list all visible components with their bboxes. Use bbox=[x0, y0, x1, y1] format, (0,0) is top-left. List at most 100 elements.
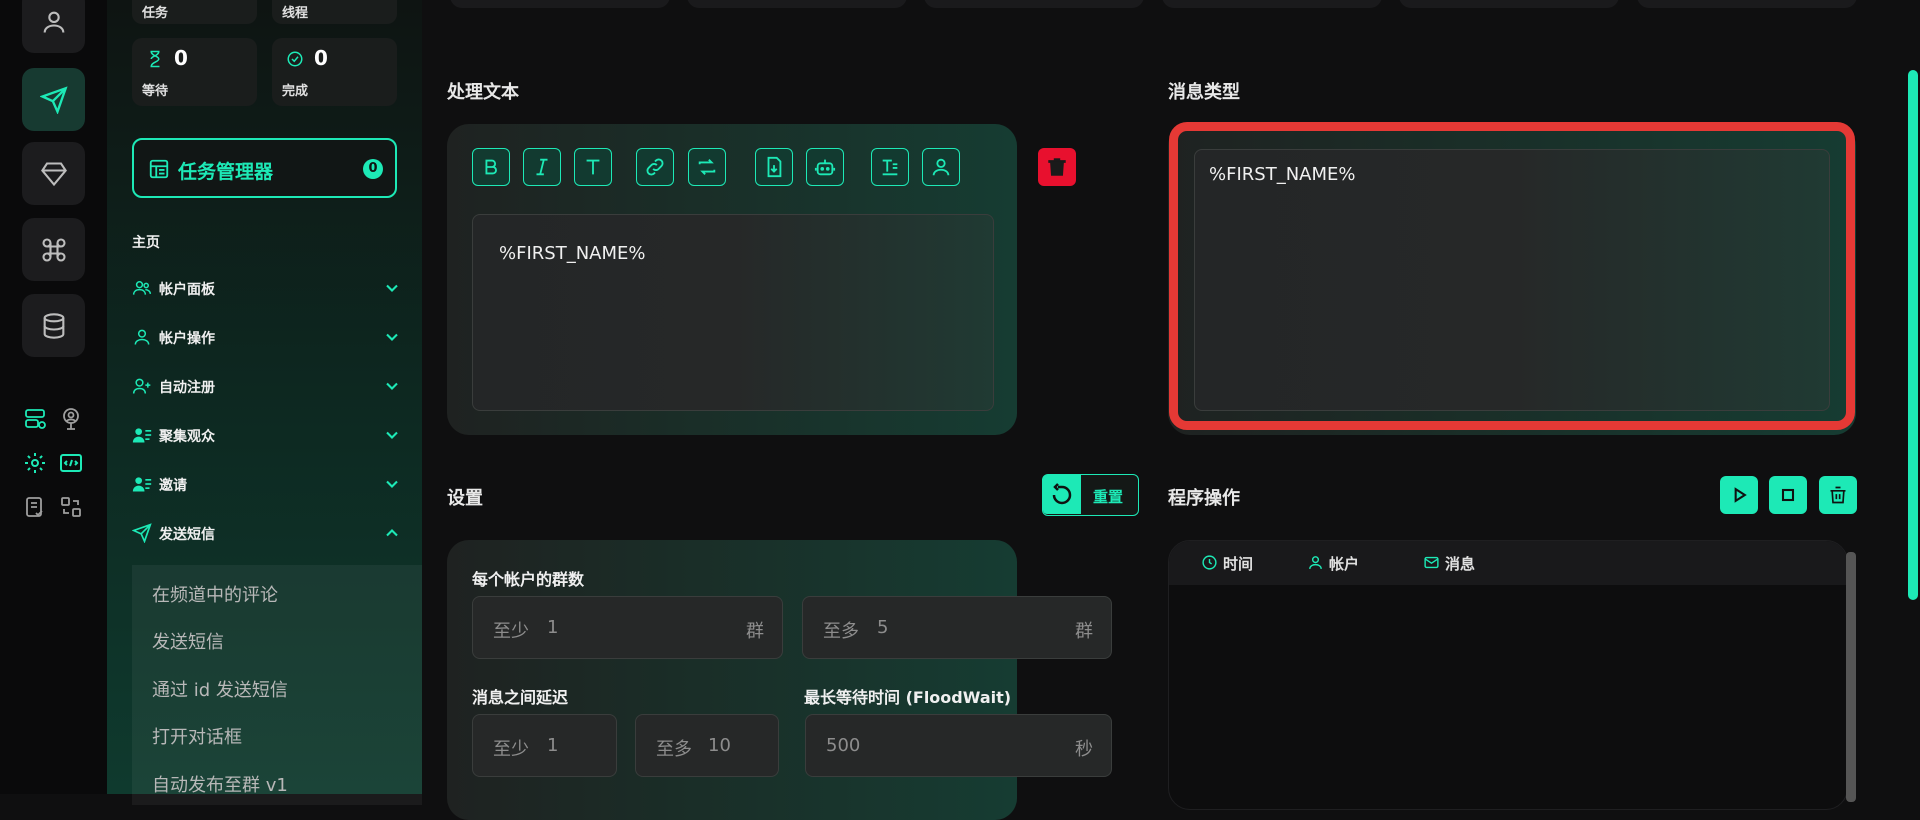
checklist-button[interactable] bbox=[22, 494, 48, 520]
column-label: 时间 bbox=[1223, 555, 1254, 573]
file-import-button[interactable] bbox=[755, 148, 793, 186]
stop-button[interactable] bbox=[1769, 476, 1807, 514]
nav-home-heading[interactable]: 主页 bbox=[132, 232, 160, 252]
log-scrollbar[interactable] bbox=[1846, 552, 1856, 802]
code-window-button[interactable] bbox=[58, 450, 84, 476]
sidebar-item-auto-register[interactable]: 自动注册 bbox=[132, 373, 402, 399]
file-import-icon bbox=[767, 156, 782, 178]
rotate-icon bbox=[1052, 482, 1072, 504]
send-sms-submenu: 在频道中的评论 发送短信 通过 id 发送短信 打开对话框 自动发布至群 v1 bbox=[132, 565, 422, 805]
trash-icon bbox=[1830, 486, 1846, 504]
user-icon bbox=[932, 158, 950, 176]
code-window-icon bbox=[60, 454, 82, 472]
text-format-button[interactable] bbox=[871, 148, 909, 186]
input-value: 500 bbox=[826, 735, 861, 756]
italic-button[interactable] bbox=[523, 148, 561, 186]
program-title: 程序操作 bbox=[1168, 488, 1240, 509]
process-text-title: 处理文本 bbox=[447, 82, 519, 103]
floodwait-input[interactable]: 500 秒 bbox=[805, 714, 1112, 777]
text-format-icon bbox=[882, 159, 898, 176]
swap-button[interactable] bbox=[58, 494, 84, 520]
profile-rail-button[interactable] bbox=[22, 0, 85, 53]
database-rail-button[interactable] bbox=[22, 294, 85, 357]
user-icon bbox=[43, 11, 64, 33]
gear-button[interactable] bbox=[22, 450, 48, 476]
chevron-down-icon bbox=[386, 431, 398, 439]
delay-max-input[interactable]: 至多 10 bbox=[635, 714, 779, 777]
clear-log-button[interactable] bbox=[1819, 476, 1857, 514]
sidebar-item-send-sms[interactable]: 发送短信 bbox=[132, 520, 402, 546]
column-account: 帐户 bbox=[1309, 553, 1360, 574]
submenu-item-send-by-id[interactable]: 通过 id 发送短信 bbox=[152, 676, 288, 702]
column-label: 帐户 bbox=[1329, 555, 1360, 573]
submenu-item-open-dialog[interactable]: 打开对话框 bbox=[152, 723, 242, 749]
server-check-button[interactable] bbox=[22, 406, 48, 432]
swap-icon bbox=[61, 497, 81, 517]
input-unit: 群 bbox=[746, 621, 764, 642]
waiting-stat-card: 0 等待 bbox=[132, 38, 257, 106]
command-rail-button[interactable] bbox=[22, 218, 85, 281]
diamond-rail-button[interactable] bbox=[22, 142, 85, 205]
submenu-item-auto-post-group[interactable]: 自动发布至群 v1 bbox=[152, 771, 288, 797]
sidebar-item-label: 邀请 bbox=[159, 478, 187, 494]
input-value: 1 bbox=[547, 617, 559, 638]
delete-text-button[interactable] bbox=[1038, 148, 1076, 186]
task-manager-label: 任务管理器 bbox=[178, 161, 274, 183]
input-prefix: 至少 bbox=[493, 739, 529, 760]
hourglass-icon bbox=[150, 50, 160, 68]
chevron-up-icon bbox=[386, 529, 398, 537]
diamond-icon bbox=[40, 161, 67, 186]
main-content: 处理文本 %FIRST_NAME% 消息类型 %FIRST_NAME% 设置 重… bbox=[422, 0, 1920, 820]
task-manager-badge: 0 bbox=[363, 159, 383, 179]
user-pin-button[interactable] bbox=[58, 406, 84, 432]
sidebar-item-gather-audience[interactable]: 聚集观众 bbox=[132, 422, 402, 448]
groups-min-input[interactable]: 至少 1 群 bbox=[472, 596, 783, 659]
sidebar-item-account-panel[interactable]: 帐户面板 bbox=[132, 275, 402, 301]
reset-label: 重置 bbox=[1093, 488, 1124, 506]
repeat-icon bbox=[698, 159, 716, 175]
message-type-title: 消息类型 bbox=[1168, 82, 1240, 103]
bot-button[interactable] bbox=[806, 148, 844, 186]
gear-icon bbox=[25, 453, 45, 473]
sidebar-item-account-actions[interactable]: 帐户操作 bbox=[132, 324, 402, 350]
stat-label: 等待 bbox=[142, 84, 169, 99]
reset-button[interactable]: 重置 bbox=[1042, 474, 1139, 516]
text-button[interactable] bbox=[574, 148, 612, 186]
delay-min-input[interactable]: 至少 1 bbox=[472, 714, 617, 777]
play-button[interactable] bbox=[1720, 476, 1758, 514]
input-prefix: 至多 bbox=[656, 739, 692, 760]
submenu-item-send-sms[interactable]: 发送短信 bbox=[152, 628, 224, 654]
tasks-stat-card: 任务 bbox=[132, 0, 257, 24]
link-icon bbox=[646, 158, 664, 176]
user-icon bbox=[134, 329, 150, 345]
sidebar-item-invite[interactable]: 邀请 bbox=[132, 471, 402, 497]
sidebar: 任务 线程 0 等待 0 完成 任务管理器 0 主页 帐户面板 帐户操作 自动注… bbox=[107, 0, 422, 805]
column-message: 消息 bbox=[1424, 553, 1475, 574]
input-prefix: 至少 bbox=[493, 621, 529, 642]
top-card bbox=[1399, 0, 1619, 8]
page-scrollbar[interactable] bbox=[1908, 70, 1918, 600]
link-button[interactable] bbox=[636, 148, 674, 186]
user-plus-icon bbox=[132, 378, 151, 394]
log-table-header: 时间 帐户 消息 bbox=[1169, 541, 1847, 585]
process-text-textarea[interactable]: %FIRST_NAME% bbox=[472, 214, 994, 411]
groups-max-input[interactable]: 至多 5 群 bbox=[802, 596, 1112, 659]
submenu-item-channel-comments[interactable]: 在频道中的评论 bbox=[152, 581, 278, 607]
check-circle-icon bbox=[287, 51, 303, 67]
send-icon bbox=[132, 523, 152, 543]
stat-label: 完成 bbox=[282, 84, 309, 99]
send-rail-button[interactable] bbox=[22, 68, 85, 131]
repeat-button[interactable] bbox=[688, 148, 726, 186]
insert-name-button[interactable] bbox=[922, 148, 960, 186]
user-list-icon bbox=[132, 428, 152, 443]
italic-icon bbox=[536, 158, 548, 176]
send-icon bbox=[39, 85, 68, 114]
database-icon bbox=[43, 312, 64, 339]
mail-icon bbox=[1424, 556, 1439, 569]
input-unit: 群 bbox=[1075, 621, 1093, 642]
bold-button[interactable] bbox=[472, 148, 510, 186]
task-manager-button[interactable]: 任务管理器 0 bbox=[132, 138, 397, 198]
settings-title: 设置 bbox=[447, 488, 483, 509]
command-icon bbox=[41, 237, 66, 262]
user-icon bbox=[1309, 556, 1322, 569]
